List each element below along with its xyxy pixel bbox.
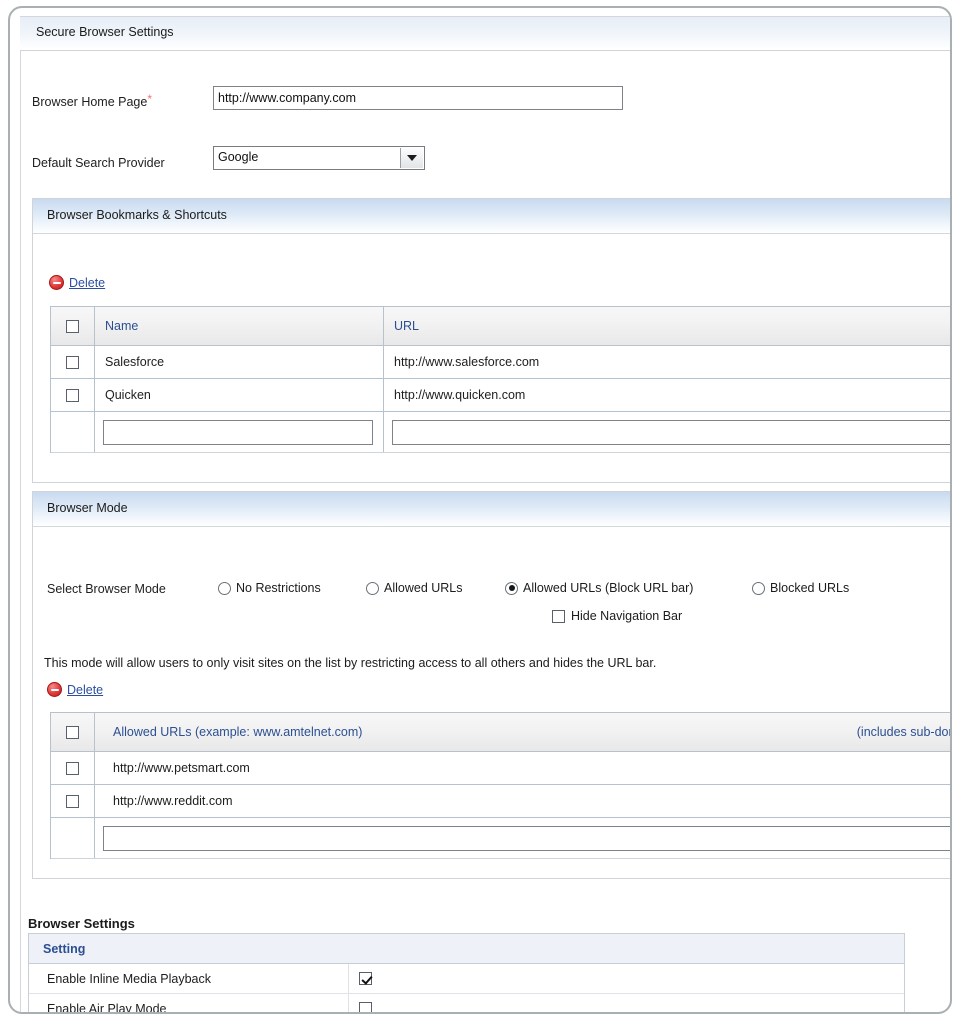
browser-mode-section: Browser Mode Select Browser Mode No Rest… — [32, 491, 950, 879]
page-title: Secure Browser Settings — [36, 25, 174, 39]
bookmarks-select-all-cell[interactable] — [51, 307, 95, 345]
bookmark-url-cell: http://www.salesforce.com — [384, 346, 950, 378]
allowed-urls-delete-label: Delete — [67, 682, 104, 697]
radio-blocked-urls[interactable] — [752, 581, 765, 595]
allowed-url-cell: http://www.petsmart.com — [113, 761, 250, 775]
bookmark-row-checkbox[interactable] — [66, 355, 79, 369]
default-search-provider-value: Google — [218, 150, 259, 164]
allowed-url-row-checkbox-cell[interactable] — [51, 785, 95, 817]
required-asterisk: * — [147, 92, 152, 106]
bookmark-name-cell: Quicken — [95, 379, 384, 411]
browser-mode-option-label: Allowed URLs — [384, 581, 463, 595]
delete-icon — [47, 682, 62, 697]
browser-mode-option-no-restrictions[interactable]: No Restrictions — [218, 581, 321, 595]
browser-mode-description: This mode will allow users to only visit… — [44, 656, 657, 670]
radio-no-restrictions[interactable] — [218, 581, 231, 595]
hide-navigation-bar-option[interactable]: Hide Navigation Bar — [552, 609, 682, 623]
bookmarks-new-row[interactable] — [51, 412, 950, 453]
browser-settings-table: Setting Enable Inline Media Playback Ena… — [28, 933, 905, 1012]
bookmark-row-checkbox-cell[interactable] — [51, 346, 95, 378]
table-row[interactable]: Enable Air Play Mode — [29, 994, 904, 1012]
delete-icon — [49, 275, 64, 290]
default-search-provider-select[interactable]: Google — [213, 146, 425, 170]
bookmarks-new-name-cell[interactable] — [95, 412, 384, 452]
enable-inline-media-playback-checkbox[interactable] — [359, 972, 372, 985]
allowed-urls-select-all-cell[interactable] — [51, 713, 95, 751]
radio-allowed-urls[interactable] — [366, 581, 379, 595]
bookmarks-column-url: URL — [384, 307, 950, 345]
allowed-urls-select-all-checkbox[interactable] — [66, 725, 79, 739]
bookmark-url-cell: http://www.quicken.com — [384, 379, 950, 411]
table-row[interactable]: Enable Inline Media Playback — [29, 964, 904, 994]
bookmark-name-cell: Salesforce — [95, 346, 384, 378]
allowed-urls-grid: Allowed URLs (example: www.amtelnet.com)… — [50, 712, 950, 859]
allowed-urls-new-input[interactable] — [103, 825, 950, 851]
bookmarks-new-url-input[interactable] — [392, 419, 950, 445]
bookmarks-delete-label: Delete — [69, 275, 106, 290]
enable-air-play-mode-checkbox[interactable] — [359, 1002, 372, 1012]
browser-home-page-label-wrap: Browser Home Page* — [32, 93, 152, 111]
browser-mode-option-label: Blocked URLs — [770, 581, 850, 595]
browser-home-page-input[interactable] — [213, 86, 623, 110]
bookmarks-new-name-input[interactable] — [103, 419, 373, 445]
allowed-urls-column-header-cell: Allowed URLs (example: www.amtelnet.com)… — [95, 713, 950, 751]
setting-checkbox-cell[interactable] — [349, 964, 904, 993]
table-row[interactable]: Salesforce http://www.salesforce.com — [51, 346, 950, 379]
bookmark-row-checkbox[interactable] — [66, 388, 79, 402]
bookmarks-delete-button[interactable]: Delete — [49, 275, 105, 290]
panel-title-bar: Secure Browser Settings — [20, 17, 950, 51]
allowed-urls-new-row[interactable] — [51, 818, 950, 859]
bookmarks-section-title: Browser Bookmarks & Shortcuts — [47, 208, 227, 222]
browser-mode-option-blocked-urls[interactable]: Blocked URLs — [752, 581, 849, 595]
screen-root: Secure Browser Settings Browser Home Pag… — [0, 0, 960, 1021]
allowed-urls-subdomains-note: (includes sub-domains) — [856, 725, 950, 739]
browser-settings-header-row: Setting — [29, 934, 904, 964]
select-browser-mode-label: Select Browser Mode — [47, 582, 166, 596]
browser-settings-column-setting: Setting — [43, 941, 86, 956]
table-row[interactable]: http://www.reddit.com — [51, 785, 950, 818]
allowed-url-row-checkbox[interactable] — [66, 794, 79, 808]
setting-label: Enable Inline Media Playback — [29, 964, 349, 993]
allowed-urls-delete-button[interactable]: Delete — [47, 682, 103, 697]
radio-allowed-urls-block-url-bar[interactable] — [505, 581, 518, 595]
bookmarks-new-row-spacer — [51, 412, 95, 452]
browser-settings-title: Browser Settings — [28, 916, 135, 931]
browser-home-page-label: Browser Home Page — [32, 95, 148, 109]
bookmarks-section-header: Browser Bookmarks & Shortcuts — [33, 199, 950, 234]
chevron-down-icon[interactable] — [400, 148, 423, 168]
allowed-urls-column-label: Allowed URLs (example: www.amtelnet.com) — [113, 725, 363, 739]
secure-browser-settings-panel: Secure Browser Settings Browser Home Pag… — [8, 6, 952, 1014]
browser-mode-section-header: Browser Mode — [33, 492, 950, 527]
table-row[interactable]: http://www.petsmart.com — [51, 752, 950, 785]
browser-mode-option-allowed-urls-block-url-bar[interactable]: Allowed URLs (Block URL bar) — [505, 581, 693, 595]
allowed-url-row-checkbox[interactable] — [66, 761, 79, 775]
allowed-url-row-checkbox-cell[interactable] — [51, 752, 95, 784]
hide-navigation-bar-checkbox[interactable] — [552, 609, 565, 623]
browser-mode-option-allowed-urls[interactable]: Allowed URLs — [366, 581, 463, 595]
browser-bookmarks-section: Browser Bookmarks & Shortcuts Delete Nam… — [32, 198, 950, 483]
browser-mode-option-label: No Restrictions — [236, 581, 321, 595]
bookmark-row-checkbox-cell[interactable] — [51, 379, 95, 411]
allowed-url-cell: http://www.reddit.com — [113, 794, 233, 808]
table-row[interactable]: Quicken http://www.quicken.com — [51, 379, 950, 412]
bookmarks-grid-header-row: Name URL — [51, 307, 950, 346]
hide-navigation-bar-label: Hide Navigation Bar — [571, 609, 683, 623]
browser-mode-option-label: Allowed URLs (Block URL bar) — [523, 581, 694, 595]
default-search-provider-label: Default Search Provider — [32, 156, 165, 170]
setting-label: Enable Air Play Mode — [29, 994, 349, 1012]
bookmarks-select-all-checkbox[interactable] — [66, 319, 79, 333]
browser-mode-section-title: Browser Mode — [47, 501, 128, 515]
allowed-urls-new-row-spacer — [51, 818, 95, 858]
allowed-urls-grid-header-row: Allowed URLs (example: www.amtelnet.com)… — [51, 713, 950, 752]
bookmarks-new-url-cell[interactable] — [384, 412, 950, 452]
allowed-urls-new-cell[interactable] — [95, 818, 950, 858]
bookmarks-grid: Name URL Salesforce http://www.salesforc… — [50, 306, 950, 453]
setting-checkbox-cell[interactable] — [349, 994, 904, 1012]
bookmarks-column-name: Name — [95, 307, 384, 345]
